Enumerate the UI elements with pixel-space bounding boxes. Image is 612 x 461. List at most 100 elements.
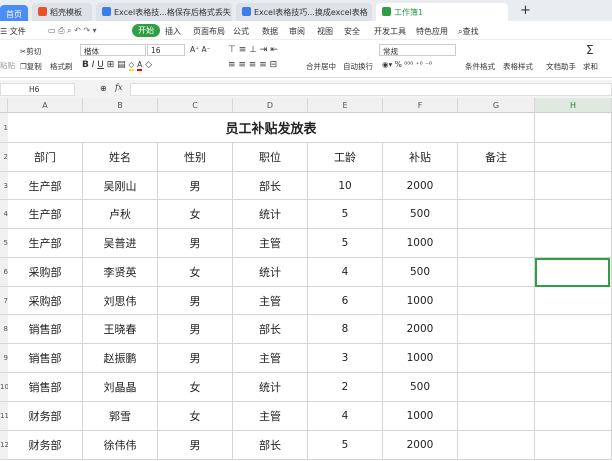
table-cell[interactable]: 4	[308, 402, 383, 431]
quick-access-icons[interactable]: ▭ ⎙ ⌕ ↶ ↷ ▾	[48, 26, 97, 36]
table-cell[interactable]: 1000	[383, 229, 458, 258]
column-title-cell[interactable]: 补贴	[383, 143, 458, 172]
row-header-10[interactable]: 10	[0, 373, 8, 402]
row-header-11[interactable]: 11	[0, 402, 8, 431]
table-cell[interactable]: 10	[308, 172, 383, 200]
font-size-select[interactable]: 16	[147, 44, 185, 56]
column-header-E[interactable]: E	[308, 98, 383, 113]
row-header-8[interactable]: 8	[0, 315, 8, 344]
menu-view[interactable]: 视图	[317, 26, 333, 37]
row-header-1[interactable]: 1	[0, 113, 8, 143]
table-cell[interactable]: 500	[383, 258, 458, 287]
table-cell[interactable]	[535, 287, 612, 315]
row-header-6[interactable]: 6	[0, 258, 8, 287]
table-cell[interactable]: 郭雪	[83, 402, 158, 431]
table-cell[interactable]: 统计	[233, 258, 308, 287]
table-cell[interactable]: 生产部	[8, 229, 83, 258]
column-title-cell[interactable]	[535, 143, 612, 172]
tab-workbook[interactable]: 工作簿1	[376, 3, 508, 21]
table-cell[interactable]: 3	[308, 344, 383, 373]
paste-button[interactable]: 粘贴	[0, 60, 15, 71]
table-cell[interactable]: 主管	[233, 344, 308, 373]
table-cell[interactable]: 部长	[233, 172, 308, 200]
menu-data[interactable]: 数据	[262, 26, 278, 37]
row-header-9[interactable]: 9	[0, 344, 8, 373]
table-cell[interactable]: 财务部	[8, 431, 83, 460]
table-cell[interactable]	[535, 229, 612, 258]
table-cell[interactable]: 女	[158, 258, 233, 287]
table-cell[interactable]: 2000	[383, 172, 458, 200]
menu-review[interactable]: 审阅	[289, 26, 305, 37]
column-title-cell[interactable]: 职位	[233, 143, 308, 172]
table-cell[interactable]	[535, 315, 612, 344]
table-cell[interactable]: 李贤英	[83, 258, 158, 287]
formula-input[interactable]	[130, 83, 612, 96]
table-cell[interactable]: 吴普进	[83, 229, 158, 258]
table-cell[interactable]	[458, 402, 535, 431]
table-cell[interactable]: 销售部	[8, 344, 83, 373]
table-cell[interactable]	[458, 344, 535, 373]
menu-formulas[interactable]: 公式	[233, 26, 249, 37]
table-cell[interactable]: 男	[158, 315, 233, 344]
table-cell[interactable]	[458, 315, 535, 344]
table-cell[interactable]: 2	[308, 373, 383, 402]
menu-file[interactable]: ☰ 文件	[0, 26, 26, 37]
table-cell[interactable]: 5	[308, 229, 383, 258]
column-title-cell[interactable]: 姓名	[83, 143, 158, 172]
table-cell[interactable]: 8	[308, 315, 383, 344]
menu-developer[interactable]: 开发工具	[374, 26, 406, 37]
table-cell[interactable]: 卢秋	[83, 200, 158, 229]
row-header-4[interactable]: 4	[0, 200, 8, 229]
table-cell[interactable]: 1000	[383, 402, 458, 431]
column-header-F[interactable]: F	[383, 98, 458, 113]
table-cell[interactable]: 男	[158, 431, 233, 460]
search-button[interactable]: ⌕查找	[458, 26, 478, 37]
fx-button[interactable]: fx	[115, 83, 122, 92]
align-buttons[interactable]: ⊤ ≡ ⊥ ⇥ ⇤	[228, 45, 278, 55]
table-cell[interactable]	[458, 229, 535, 258]
doc-helper-button[interactable]: 文档助手	[546, 61, 576, 72]
table-cell[interactable]: 男	[158, 344, 233, 373]
select-all-corner[interactable]	[0, 98, 8, 113]
table-cell[interactable]: 赵振鹏	[83, 344, 158, 373]
table-cell[interactable]: 4	[308, 258, 383, 287]
menu-special[interactable]: 特色应用	[416, 26, 448, 37]
table-cell[interactable]: 吴刚山	[83, 172, 158, 200]
table-cell[interactable]: 2000	[383, 315, 458, 344]
halign-buttons[interactable]: ≡ ≡ ≡ ≡ ⊟	[228, 60, 277, 70]
number-format-select[interactable]: 常规	[379, 44, 456, 56]
table-cell[interactable]: 徐伟伟	[83, 431, 158, 460]
copy-button[interactable]: ❐复制	[20, 61, 42, 72]
table-cell[interactable]: 采购部	[8, 258, 83, 287]
table-cell[interactable]	[535, 402, 612, 431]
menu-start[interactable]: 开始	[132, 24, 160, 37]
table-cell[interactable]: 销售部	[8, 373, 83, 402]
table-cell[interactable]: 主管	[233, 229, 308, 258]
font-grow-shrink[interactable]: A⁺ A⁻	[190, 45, 211, 54]
name-box[interactable]: H6	[0, 83, 75, 96]
table-cell[interactable]: 女	[158, 402, 233, 431]
tab-doc1[interactable]: Excel表格技...格保存后格式丢失	[96, 3, 232, 21]
sum-button[interactable]: 求和	[583, 61, 598, 72]
table-cell[interactable]	[458, 287, 535, 315]
table-cell[interactable]	[458, 258, 535, 287]
menu-security[interactable]: 安全	[344, 26, 360, 37]
column-header-C[interactable]: C	[158, 98, 233, 113]
table-cell[interactable]: 部长	[233, 315, 308, 344]
table-cell[interactable]: 统计	[233, 373, 308, 402]
column-header-H[interactable]: H	[535, 98, 612, 113]
table-cell[interactable]: 王晓春	[83, 315, 158, 344]
table-style-button[interactable]: 表格样式	[503, 61, 533, 72]
table-cell[interactable]: 采购部	[8, 287, 83, 315]
tab-docer[interactable]: 稻壳模板	[32, 3, 92, 21]
table-cell[interactable]: 统计	[233, 200, 308, 229]
column-header-G[interactable]: G	[458, 98, 535, 113]
menu-page-layout[interactable]: 页面布局	[193, 26, 225, 37]
table-cell[interactable]: 刘思伟	[83, 287, 158, 315]
wrap-text-button[interactable]: 自动换行	[343, 61, 373, 72]
table-cell[interactable]: 女	[158, 373, 233, 402]
table-cell[interactable]: 主管	[233, 402, 308, 431]
menu-insert[interactable]: 插入	[165, 26, 181, 37]
cut-button[interactable]: ✂剪切	[20, 46, 41, 57]
table-cell[interactable]: 刘晶晶	[83, 373, 158, 402]
